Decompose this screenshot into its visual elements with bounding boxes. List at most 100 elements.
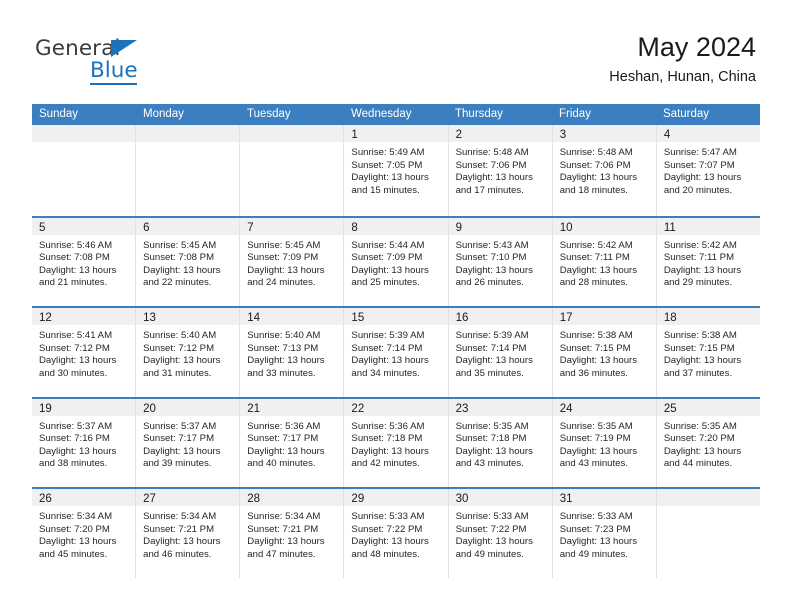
daylight-duration-line2: and 40 minutes. <box>247 458 316 470</box>
day-number-header: 4 <box>656 125 760 142</box>
sunrise-time: Sunrise: 5:33 AM <box>559 511 633 522</box>
daylight-duration-line1: Daylight: 13 hours <box>559 264 638 276</box>
day-details: Sunrise: 5:43 AM Sunset: 7:10 PM Daylight:… <box>449 235 552 290</box>
day-cell[interactable]: 28 Sunrise: 5:34 AM Sunset: 7:21 PM Dayligh… <box>240 489 345 578</box>
day-cell[interactable]: 26 Sunrise: 5:34 AM Sunset: 7:20 PM Dayligh… <box>32 489 137 578</box>
daylight-duration-line2: and 31 minutes. <box>143 367 212 379</box>
day-cell[interactable]: 13 Sunrise: 5:40 AM Sunset: 7:12 PM Dayligh… <box>136 308 241 397</box>
day-details: Sunrise: 5:34 AM Sunset: 7:20 PM Daylight:… <box>32 506 135 561</box>
sunset-time: Sunset: 7:19 PM <box>559 433 631 445</box>
day-cell[interactable]: 31 Sunrise: 5:33 AM Sunset: 7:23 PM Dayligh… <box>552 489 657 578</box>
daylight-duration-line2: and 45 minutes. <box>39 548 108 560</box>
day-number-header: 3 <box>552 125 656 142</box>
day-details: Sunrise: 5:33 AM Sunset: 7:22 PM Daylight:… <box>344 506 447 561</box>
day-cell[interactable]: 23 Sunrise: 5:35 AM Sunset: 7:18 PM Dayligh… <box>448 398 553 487</box>
day-number-header: 18 <box>656 308 760 325</box>
day-cell[interactable]: 30 Sunrise: 5:33 AM Sunset: 7:22 PM Dayligh… <box>448 489 553 578</box>
daylight-duration-line2: and 47 minutes. <box>247 548 316 560</box>
day-cell[interactable]: 18 Sunrise: 5:38 AM Sunset: 7:15 PM Dayligh… <box>656 308 760 397</box>
daylight-duration-line2: and 48 minutes. <box>351 548 420 560</box>
daylight-duration-line1: Daylight: 13 hours <box>247 445 325 457</box>
daylight-duration-line1: Daylight: 13 hours <box>663 355 742 367</box>
sunset-time: Sunset: 7:05 PM <box>351 159 423 171</box>
day-number-header: 29 <box>344 489 448 506</box>
daylight-duration-line1: Daylight: 13 hours <box>39 536 117 548</box>
day-number: 22 <box>351 402 365 415</box>
sunrise-time: Sunrise: 5:40 AM <box>247 330 321 341</box>
day-cell[interactable]: 2 Sunrise: 5:48 AM Sunset: 7:06 PM Daylight… <box>448 125 553 216</box>
day-number: 16 <box>455 312 469 324</box>
day-details: Sunrise: 5:45 AM Sunset: 7:08 PM Daylight:… <box>136 235 239 290</box>
daylight-duration-line2: and 42 minutes. <box>351 458 420 470</box>
day-cell[interactable]: 11 Sunrise: 5:42 AM Sunset: 7:11 PM Dayligh… <box>656 217 760 306</box>
day-cell[interactable]: 19 Sunrise: 5:37 AM Sunset: 7:16 PM Dayligh… <box>32 398 137 487</box>
day-number-header: 16 <box>448 308 552 325</box>
daylight-duration-line1: Daylight: 13 hours <box>247 264 325 276</box>
sunset-time: Sunset: 7:15 PM <box>663 342 735 354</box>
day-cell[interactable]: 12 Sunrise: 5:41 AM Sunset: 7:12 PM Dayligh… <box>32 308 137 397</box>
day-cell[interactable]: 15 Sunrise: 5:39 AM Sunset: 7:14 PM Dayligh… <box>344 308 449 397</box>
day-cell[interactable]: 24 Sunrise: 5:35 AM Sunset: 7:19 PM Dayligh… <box>552 398 657 487</box>
sunset-time: Sunset: 7:06 PM <box>559 159 631 171</box>
day-details: Sunrise: 5:38 AM Sunset: 7:15 PM Daylight:… <box>657 325 760 380</box>
sunrise-time: Sunrise: 5:33 AM <box>455 511 529 522</box>
day-number-header: 8 <box>344 217 448 235</box>
sunset-time: Sunset: 7:21 PM <box>143 523 215 535</box>
day-cell[interactable]: 1 Sunrise: 5:49 AM Sunset: 7:05 PM Daylight… <box>344 125 449 216</box>
sunrise-time: Sunrise: 5:34 AM <box>247 511 321 522</box>
day-cell[interactable]: 14 Sunrise: 5:40 AM Sunset: 7:13 PM Dayligh… <box>240 308 345 397</box>
day-cell[interactable]: 6 Sunrise: 5:45 AM Sunset: 7:08 PM Daylight… <box>136 217 241 306</box>
sunset-time: Sunset: 7:18 PM <box>351 433 423 445</box>
day-cell[interactable]: 20 Sunrise: 5:37 AM Sunset: 7:17 PM Dayligh… <box>136 398 241 487</box>
day-cell[interactable]: 7 Sunrise: 5:45 AM Sunset: 7:09 PM Daylight… <box>240 217 345 306</box>
day-cell[interactable]: 16 Sunrise: 5:39 AM Sunset: 7:14 PM Dayligh… <box>448 308 553 397</box>
day-number-header: 13 <box>136 308 240 325</box>
sunrise-time: Sunrise: 5:48 AM <box>559 147 633 158</box>
general-blue-logo[interactable]: General Blue <box>35 38 205 86</box>
sunrise-time: Sunrise: 5:34 AM <box>143 511 217 522</box>
day-number-header: 17 <box>552 308 656 325</box>
day-number-header <box>136 125 240 142</box>
day-details: Sunrise: 5:33 AM Sunset: 7:22 PM Daylight:… <box>449 506 552 561</box>
day-cell[interactable]: 3 Sunrise: 5:48 AM Sunset: 7:06 PM Daylight… <box>552 125 657 216</box>
daylight-duration-line2: and 20 minutes. <box>663 184 733 196</box>
day-cell[interactable]: 4 Sunrise: 5:47 AM Sunset: 7:07 PM Daylight… <box>656 125 760 216</box>
daylight-duration-line1: Daylight: 13 hours <box>39 445 117 457</box>
daylight-duration-line1: Daylight: 13 hours <box>559 172 638 184</box>
daylight-duration-line2: and 43 minutes. <box>455 458 524 470</box>
sunrise-time: Sunrise: 5:37 AM <box>143 420 217 432</box>
weekday-header-friday: Friday <box>559 108 591 120</box>
day-cell[interactable]: 5 Sunrise: 5:46 AM Sunset: 7:08 PM Daylight… <box>32 217 137 306</box>
sunrise-time: Sunrise: 5:39 AM <box>455 330 529 341</box>
day-number-header: 10 <box>552 217 656 235</box>
day-cell[interactable]: 22 Sunrise: 5:36 AM Sunset: 7:18 PM Dayligh… <box>344 398 449 487</box>
day-details: Sunrise: 5:34 AM Sunset: 7:21 PM Daylight:… <box>136 506 239 561</box>
day-number: 20 <box>143 402 156 415</box>
sunset-time: Sunset: 7:18 PM <box>455 433 527 445</box>
title-block: May 2024 Heshan, Hunan, China <box>609 32 756 86</box>
day-number-header: 28 <box>240 489 344 506</box>
day-cell[interactable]: 21 Sunrise: 5:36 AM Sunset: 7:17 PM Dayligh… <box>240 398 345 487</box>
day-cell[interactable]: 8 Sunrise: 5:44 AM Sunset: 7:09 PM Daylight… <box>344 217 449 306</box>
day-number-header: 1 <box>344 125 448 142</box>
day-cell[interactable]: 10 Sunrise: 5:42 AM Sunset: 7:11 PM Dayligh… <box>552 217 657 306</box>
day-number: 10 <box>559 221 573 234</box>
day-cell[interactable]: 17 Sunrise: 5:38 AM Sunset: 7:15 PM Dayligh… <box>552 308 657 397</box>
daylight-duration-line2: and 29 minutes. <box>663 277 733 289</box>
day-number-header: 30 <box>448 489 552 506</box>
day-cell-empty <box>656 489 760 578</box>
day-cell[interactable]: 9 Sunrise: 5:43 AM Sunset: 7:10 PM Daylight… <box>448 217 553 306</box>
sunrise-time: Sunrise: 5:38 AM <box>663 330 737 341</box>
daylight-duration-line2: and 34 minutes. <box>351 367 420 379</box>
daylight-duration-line2: and 44 minutes. <box>663 458 733 470</box>
sunrise-time: Sunrise: 5:47 AM <box>663 147 737 158</box>
day-cell[interactable]: 25 Sunrise: 5:35 AM Sunset: 7:20 PM Dayligh… <box>656 398 760 487</box>
day-number: 26 <box>39 493 52 505</box>
calendar-week-row: 26 Sunrise: 5:34 AM Sunset: 7:20 PM Dayligh… <box>32 487 760 578</box>
day-number-header: 12 <box>32 308 136 325</box>
daylight-duration-line2: and 49 minutes. <box>455 548 524 560</box>
day-details: Sunrise: 5:46 AM Sunset: 7:08 PM Daylight:… <box>32 235 135 290</box>
day-cell[interactable]: 29 Sunrise: 5:33 AM Sunset: 7:22 PM Dayligh… <box>344 489 449 578</box>
day-cell[interactable]: 27 Sunrise: 5:34 AM Sunset: 7:21 PM Dayligh… <box>136 489 241 578</box>
sunrise-time: Sunrise: 5:45 AM <box>143 239 217 251</box>
